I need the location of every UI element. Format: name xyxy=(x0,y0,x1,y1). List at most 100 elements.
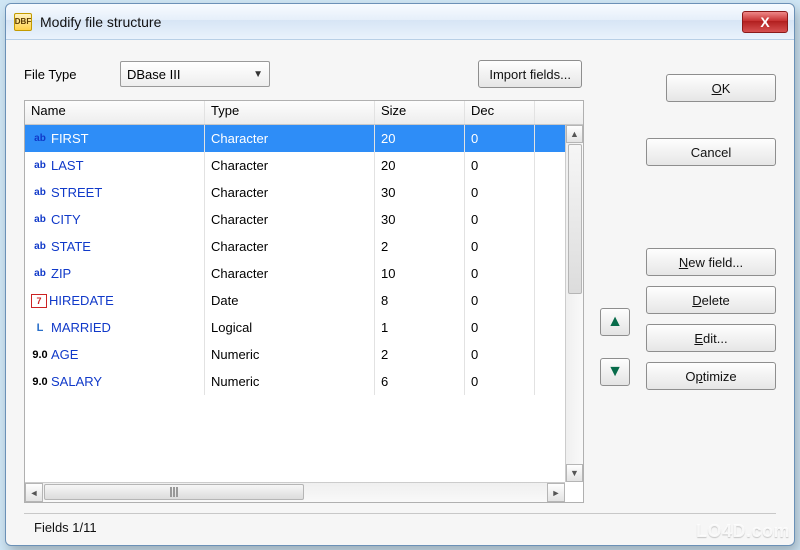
cell-name: abSTREET xyxy=(25,179,205,206)
cancel-label: Cancel xyxy=(691,145,731,160)
table-row[interactable]: abFIRSTCharacter200 xyxy=(25,125,583,152)
horizontal-scroll-thumb[interactable] xyxy=(44,484,304,500)
vertical-scroll-thumb[interactable] xyxy=(568,144,582,294)
table-row[interactable]: 9.0SALARYNumeric60 xyxy=(25,368,583,395)
col-header-size[interactable]: Size xyxy=(375,101,465,124)
scroll-down-icon: ▼ xyxy=(570,468,579,478)
delete-button[interactable]: Delete xyxy=(646,286,776,314)
field-name: CITY xyxy=(51,212,81,227)
scroll-left-icon: ◄ xyxy=(30,488,39,498)
top-row: File Type DBase III ▼ Import fields... O… xyxy=(24,60,776,88)
new-field-label: New field... xyxy=(679,255,743,270)
cell-name: abCITY xyxy=(25,206,205,233)
delete-label: Delete xyxy=(692,293,730,308)
table-row[interactable]: abCITYCharacter300 xyxy=(25,206,583,233)
cell-type: Character xyxy=(205,260,375,287)
cell-type: Character xyxy=(205,125,375,152)
window-title: Modify file structure xyxy=(40,14,742,30)
cell-dec: 0 xyxy=(465,125,535,152)
file-type-label: File Type xyxy=(24,67,104,82)
cell-dec: 0 xyxy=(465,314,535,341)
cell-type: Logical xyxy=(205,314,375,341)
optimize-label: Optimize xyxy=(685,369,736,384)
new-field-button[interactable]: New field... xyxy=(646,248,776,276)
table-row[interactable]: 7HIREDATEDate80 xyxy=(25,287,583,314)
cell-size: 6 xyxy=(375,368,465,395)
cell-size: 2 xyxy=(375,233,465,260)
char-type-icon: ab xyxy=(31,131,49,147)
scroll-down-button[interactable]: ▼ xyxy=(566,464,583,482)
table-row[interactable]: abLASTCharacter200 xyxy=(25,152,583,179)
table-row[interactable]: 9.0AGENumeric20 xyxy=(25,341,583,368)
table-row[interactable]: abZIP Character100 xyxy=(25,260,583,287)
arrow-up-icon: ▲ xyxy=(607,313,623,331)
edit-button[interactable]: Edit... xyxy=(646,324,776,352)
cell-name: 9.0AGE xyxy=(25,341,205,368)
cell-type: Date xyxy=(205,287,375,314)
field-name: AGE xyxy=(51,347,78,362)
side-buttons: Cancel New field... Delete Edit... Optim… xyxy=(646,100,776,503)
file-type-value: DBase III xyxy=(127,67,180,82)
cell-type: Numeric xyxy=(205,341,375,368)
statusbar: Fields 1/11 xyxy=(24,513,776,541)
table-row[interactable]: abSTREETCharacter300 xyxy=(25,179,583,206)
horizontal-scrollbar[interactable]: ◄ ► xyxy=(25,482,565,502)
cell-dec: 0 xyxy=(465,179,535,206)
scroll-right-icon: ► xyxy=(552,488,561,498)
char-type-icon: ab xyxy=(31,158,49,174)
move-down-button[interactable]: ▼ xyxy=(600,358,630,386)
cell-dec: 0 xyxy=(465,152,535,179)
arrow-down-icon: ▼ xyxy=(607,363,623,381)
vertical-scrollbar[interactable]: ▲ ▼ xyxy=(565,125,583,482)
fields-list-wrap: Name Type Size Dec abFIRSTCharacter200ab… xyxy=(24,100,584,503)
cell-name: abFIRST xyxy=(25,125,205,152)
cell-type: Character xyxy=(205,179,375,206)
scroll-grip-icon xyxy=(166,487,182,497)
num-type-icon: 9.0 xyxy=(31,347,49,363)
char-type-icon: ab xyxy=(31,212,49,228)
fields-grid: Name Type Size Dec abFIRSTCharacter200ab… xyxy=(24,100,584,503)
field-name: STREET xyxy=(51,185,102,200)
field-name: ZIP xyxy=(51,266,71,281)
cell-size: 30 xyxy=(375,179,465,206)
cell-size: 1 xyxy=(375,314,465,341)
close-icon: X xyxy=(760,14,769,30)
col-header-dec[interactable]: Dec xyxy=(465,101,535,124)
cell-name: LMARRIED xyxy=(25,314,205,341)
move-up-button[interactable]: ▲ xyxy=(600,308,630,336)
table-row[interactable]: LMARRIEDLogical10 xyxy=(25,314,583,341)
col-header-name[interactable]: Name xyxy=(25,101,205,124)
file-type-dropdown[interactable]: DBase III ▼ xyxy=(120,61,270,87)
optimize-button[interactable]: Optimize xyxy=(646,362,776,390)
table-row[interactable]: abSTATE Character20 xyxy=(25,233,583,260)
scroll-up-button[interactable]: ▲ xyxy=(566,125,583,143)
scroll-right-button[interactable]: ► xyxy=(547,483,565,502)
edit-label: Edit... xyxy=(694,331,727,346)
cell-type: Character xyxy=(205,206,375,233)
cell-type: Character xyxy=(205,233,375,260)
cell-size: 10 xyxy=(375,260,465,287)
cell-size: 20 xyxy=(375,152,465,179)
ok-button[interactable]: OK xyxy=(666,74,776,102)
char-type-icon: ab xyxy=(31,185,49,201)
field-name: STATE xyxy=(51,239,91,254)
char-type-icon: ab xyxy=(31,239,49,255)
scroll-left-button[interactable]: ◄ xyxy=(25,483,43,502)
cell-dec: 0 xyxy=(465,287,535,314)
cell-dec: 0 xyxy=(465,341,535,368)
cell-type: Character xyxy=(205,152,375,179)
char-type-icon: ab xyxy=(31,266,49,282)
num-type-icon: 9.0 xyxy=(31,374,49,390)
field-name: HIREDATE xyxy=(49,293,114,308)
grid-header: Name Type Size Dec xyxy=(25,101,583,125)
col-header-type[interactable]: Type xyxy=(205,101,375,124)
import-fields-button[interactable]: Import fields... xyxy=(478,60,582,88)
field-name: FIRST xyxy=(51,131,89,146)
cancel-button[interactable]: Cancel xyxy=(646,138,776,166)
close-button[interactable]: X xyxy=(742,11,788,33)
cell-dec: 0 xyxy=(465,233,535,260)
cell-name: 9.0SALARY xyxy=(25,368,205,395)
horizontal-scroll-track[interactable] xyxy=(43,483,547,502)
cell-dec: 0 xyxy=(465,260,535,287)
dialog-modify-file-structure: Modify file structure X File Type DBase … xyxy=(5,3,795,546)
